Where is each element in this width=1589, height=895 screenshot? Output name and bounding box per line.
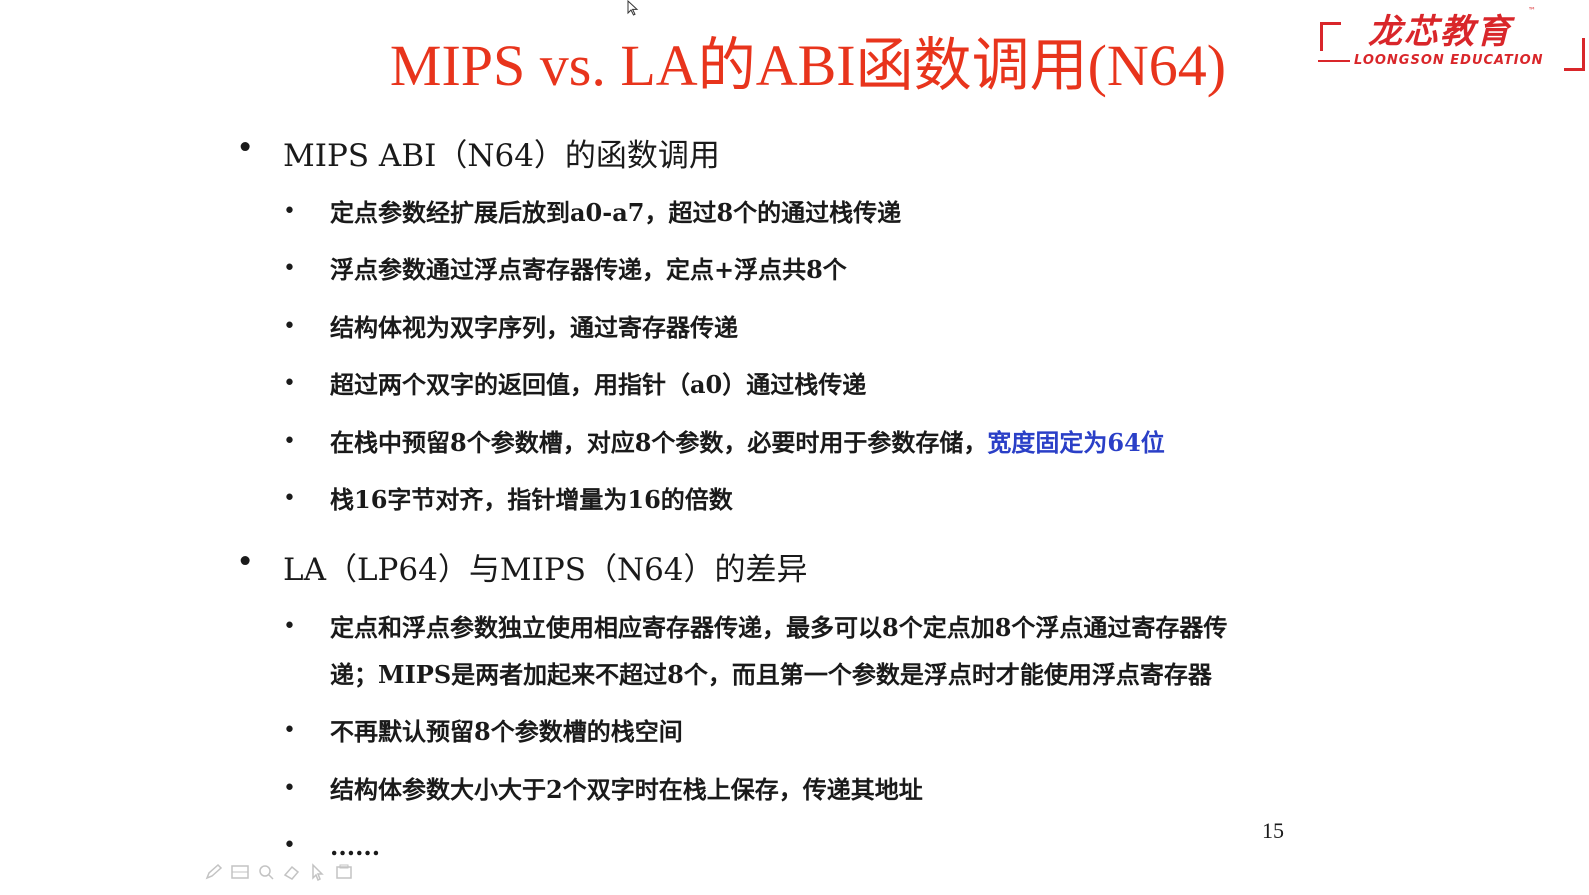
bullet: •	[283, 486, 296, 511]
bullet: •	[283, 833, 296, 858]
bullet: •	[283, 429, 296, 454]
pen-icon[interactable]	[204, 863, 224, 881]
bullet: •	[236, 544, 255, 580]
list-item-text: 结构体视为双字序列，通过寄存器传递	[330, 313, 738, 342]
slide-content: • MIPS ABI（N64）的函数调用 • 定点参数经扩展后放到a0-a7，超…	[0, 0, 1589, 895]
highlighted-text: 宽度固定为64位	[987, 428, 1165, 457]
page-number: 15	[1262, 818, 1284, 843]
list-item-text: 超过两个双字的返回值，用指针（a0）通过栈传递	[330, 370, 867, 399]
list-item-text: 在栈中预留8个参数槽，对应8个参数，必要时用于参数存储，宽度固定为64位	[330, 419, 1165, 466]
list-item-text: 不再默认预留8个参数槽的栈空间	[330, 717, 683, 746]
bullet: •	[283, 776, 296, 801]
bullet: •	[283, 199, 296, 224]
eraser-icon[interactable]	[282, 863, 302, 881]
presentation-toolbar	[204, 862, 354, 882]
bullet: •	[283, 314, 296, 339]
list-item-text: 定点和浮点参数独立使用相应寄存器传递，最多可以8个定点加8个浮点通过寄存器传 递…	[330, 604, 1227, 698]
bullet: •	[283, 614, 296, 639]
list-item-text: 定点参数经扩展后放到a0-a7，超过8个的通过栈传递	[330, 198, 902, 227]
list-item-text: 结构体参数大小大于2个双字时在栈上保存，传递其地址	[330, 775, 923, 804]
list-item-line-2: 递；MIPS是两者加起来不超过8个，而且第一个参数是浮点时才能使用浮点寄存器	[330, 660, 1212, 689]
slide: MIPS vs. LA的ABI函数调用(N64) 龙芯教育 ™ LOONGSON…	[0, 0, 1589, 895]
zoom-icon[interactable]	[256, 863, 276, 881]
bullet: •	[283, 371, 296, 396]
list-item-text: 浮点参数通过浮点寄存器传递，定点+浮点共8个	[330, 255, 847, 284]
section-heading-text: MIPS ABI（N64）的函数调用	[283, 138, 720, 174]
pointer-icon[interactable]	[308, 863, 328, 881]
bullet: •	[236, 130, 255, 166]
list-item-text: 栈16字节对齐，指针增量为16的倍数	[330, 485, 733, 514]
list-item-line-1: 定点和浮点参数独立使用相应寄存器传递，最多可以8个定点加8个浮点通过寄存器传	[330, 613, 1228, 642]
bullet: •	[283, 718, 296, 743]
list-item-main-text: 在栈中预留8个参数槽，对应8个参数，必要时用于参数存储，	[330, 428, 988, 457]
slides-grid-icon[interactable]	[230, 863, 250, 881]
section-heading-text: LA（LP64）与MIPS（N64）的差异	[283, 552, 808, 588]
bullet: •	[283, 256, 296, 281]
more-options-icon[interactable]	[334, 863, 354, 881]
